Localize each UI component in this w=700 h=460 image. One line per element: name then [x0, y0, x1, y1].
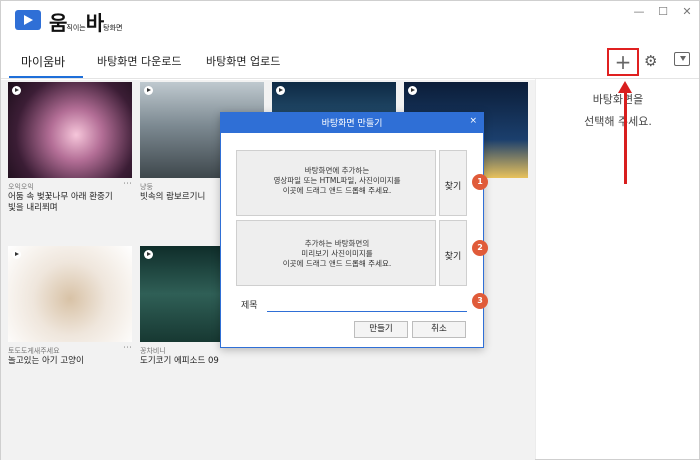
card-author: 오익오익: [8, 183, 34, 191]
active-tab-indicator: [9, 76, 83, 78]
card-author: 냥둥: [140, 183, 153, 191]
video-badge-icon: [12, 86, 21, 95]
close-button[interactable]: ✕: [679, 5, 695, 18]
annotation-arrow-line: [624, 91, 627, 184]
step-badge: 3: [472, 293, 488, 309]
drop-zone-line: 이곳에 드래그 앤드 드롭해 주세요.: [282, 259, 392, 268]
step-badge: 2: [472, 240, 488, 256]
app-name: 움직이는바탕화면: [49, 7, 122, 36]
media-drop-zone[interactable]: 바탕화면에 추가하는 영상파일 또는 HTML파일, 사진이미지를 이곳에 드래…: [236, 150, 436, 216]
tab-bar: 마이움바 바탕화면 다운로드 바탕화면 업로드: [1, 45, 535, 79]
tab-wallpaper-download[interactable]: 바탕화면 다운로드: [97, 53, 181, 69]
card-author: 토도도게새주세요: [8, 347, 60, 355]
more-icon[interactable]: ⋯: [123, 179, 132, 189]
app-name-3: 바: [85, 11, 104, 35]
drop-zone-line: 영상파일 또는 HTML파일, 사진이미지를: [273, 176, 401, 185]
find-media-button[interactable]: 찾기: [439, 150, 467, 216]
drop-zone-line: 이곳에 드래그 앤드 드롭해 주세요.: [282, 186, 392, 195]
download-icon[interactable]: [674, 52, 690, 66]
card-title: 놀고있는 아기 고양이: [8, 356, 84, 366]
gear-icon[interactable]: ⚙: [644, 52, 657, 70]
right-panel: 바탕화면을 선택해 주세요.: [535, 79, 699, 459]
minimize-button[interactable]: —: [631, 5, 647, 18]
maximize-button[interactable]: ☐: [655, 5, 671, 18]
video-badge-icon: [276, 86, 285, 95]
drop-zone-line: 미리보기 사진이미지를: [301, 249, 373, 258]
find-preview-label: 찾기: [444, 252, 462, 262]
video-badge-icon: [144, 250, 153, 259]
create-button[interactable]: 만들기: [354, 321, 408, 338]
more-icon[interactable]: ⋯: [123, 343, 132, 353]
find-preview-button[interactable]: 찾기: [439, 220, 467, 286]
tab-my-umba[interactable]: 마이움바: [21, 53, 65, 70]
plus-icon: +: [614, 50, 632, 74]
video-badge-icon: [12, 250, 21, 259]
add-wallpaper-button[interactable]: +: [607, 48, 639, 76]
app-logo-icon: [15, 10, 41, 30]
dialog-title-bar: 바탕화면 만들기 ×: [221, 113, 483, 133]
tab-wallpaper-upload[interactable]: 바탕화면 업로드: [206, 53, 280, 69]
create-wallpaper-dialog: 바탕화면 만들기 × 바탕화면에 추가하는 영상파일 또는 HTML파일, 사진…: [220, 112, 488, 348]
app-name-1: 움: [49, 11, 67, 35]
title-field-label: 제목: [241, 301, 258, 311]
video-badge-icon: [408, 86, 417, 95]
drop-zone-line: 바탕화면에 추가하는: [304, 166, 370, 175]
card-author: 꽁차비니: [140, 347, 166, 355]
right-panel-line-2: 선택해 주세요.: [584, 115, 652, 128]
dialog-title: 바탕화면 만들기: [321, 119, 383, 129]
preview-drop-zone[interactable]: 추가하는 바탕화면의 미리보기 사진이미지를 이곳에 드래그 앤드 드롭해 주세…: [236, 220, 436, 286]
step-badge: 1: [472, 174, 488, 190]
wallpaper-thumbnail[interactable]: [8, 82, 132, 178]
app-window: 움직이는바탕화면 — ☐ ✕ 마이움바 바탕화면 다운로드 바탕화면 업로드 +…: [0, 0, 700, 460]
card-title: 어둠 속 벚꽃나무 아래 환중기 빛을 내리쬐며: [8, 192, 113, 213]
cancel-button[interactable]: 취소: [412, 321, 466, 338]
title-bar: 움직이는바탕화면 — ☐ ✕: [1, 1, 699, 41]
drop-zone-line: 추가하는 바탕화면의: [304, 239, 370, 248]
app-name-4: 탕화면: [103, 24, 123, 32]
app-name-2: 직이는: [66, 24, 86, 32]
card-title: 도기코기 에피소드 09: [140, 356, 219, 366]
find-media-label: 찾기: [444, 182, 462, 192]
right-panel-line-1: 바탕화면을: [592, 93, 644, 106]
title-input[interactable]: [267, 297, 467, 312]
video-badge-icon: [144, 86, 153, 95]
wallpaper-thumbnail[interactable]: [8, 246, 132, 342]
dialog-close-icon[interactable]: ×: [469, 116, 477, 126]
